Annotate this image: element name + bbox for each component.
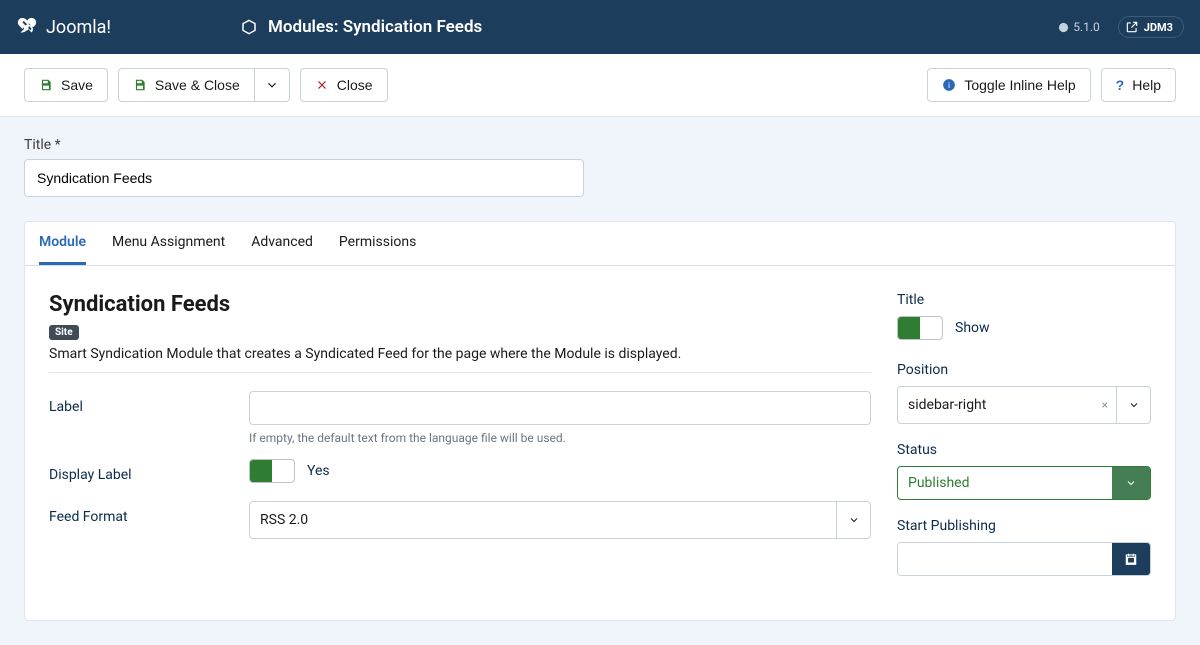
calendar-icon[interactable] <box>1112 543 1150 575</box>
chevron-down-icon <box>836 502 870 538</box>
content-area: Title * Module Menu Assignment Advanced … <box>0 117 1200 645</box>
field-feed-format: Feed Format RSS 2.0 <box>49 501 871 539</box>
tab-advanced[interactable]: Advanced <box>251 222 313 265</box>
side-position-group: Position sidebar-right × <box>897 362 1151 424</box>
version-badge[interactable]: 5.1.0 <box>1052 16 1106 38</box>
joomla-icon <box>16 16 38 38</box>
start-publishing-field[interactable] <box>898 543 1112 575</box>
chevron-down-icon <box>1112 467 1150 499</box>
save-close-button[interactable]: Save & Close <box>118 68 255 102</box>
site-badge: Site <box>49 325 79 340</box>
app-header: Joomla! Modules: Syndication Feeds 5.1.0… <box>0 0 1200 54</box>
help-button[interactable]: ? Help <box>1101 68 1176 102</box>
close-button[interactable]: Close <box>300 68 388 102</box>
svg-text:i: i <box>948 81 950 90</box>
display-label-text: Display Label <box>49 459 249 483</box>
display-label-switch[interactable]: Yes <box>249 459 330 483</box>
side-title-group: Title Show <box>897 292 1151 344</box>
module-card: Module Menu Assignment Advanced Permissi… <box>24 221 1176 621</box>
brand-name: Joomla! <box>46 17 111 38</box>
tabs: Module Menu Assignment Advanced Permissi… <box>25 222 1175 266</box>
brand[interactable]: Joomla! <box>16 16 240 38</box>
side-start-publishing-group: Start Publishing <box>897 518 1151 576</box>
title-input[interactable] <box>24 159 584 197</box>
module-heading: Syndication Feeds <box>49 292 871 317</box>
status-select[interactable]: Published <box>897 466 1151 500</box>
page-title: Modules: Syndication Feeds <box>240 17 482 37</box>
main-column: Syndication Feeds Site Smart Syndication… <box>49 292 871 553</box>
side-title-label: Title <box>897 292 1151 308</box>
start-publishing-input[interactable] <box>897 542 1151 576</box>
chevron-down-icon <box>1116 387 1150 423</box>
save-icon <box>39 78 53 92</box>
divider <box>49 372 871 373</box>
start-publishing-label: Start Publishing <box>897 518 1151 534</box>
side-status-label: Status <box>897 442 1151 458</box>
toolbar: Save Save & Close Close i Toggle Inline … <box>0 54 1200 117</box>
clear-icon[interactable]: × <box>1094 398 1116 412</box>
joomla-mini-icon <box>1058 22 1069 33</box>
tab-menu-assignment[interactable]: Menu Assignment <box>112 222 225 265</box>
label-input[interactable] <box>249 391 871 425</box>
module-description: Smart Syndication Module that creates a … <box>49 346 871 362</box>
field-display-label: Display Label Yes <box>49 459 871 487</box>
feed-format-select[interactable]: RSS 2.0 <box>249 501 871 539</box>
field-label-text: Label <box>49 391 249 415</box>
title-show-switch[interactable]: Show <box>897 316 990 340</box>
position-select[interactable]: sidebar-right × <box>897 386 1151 424</box>
save-button[interactable]: Save <box>24 68 108 102</box>
tab-module[interactable]: Module <box>39 222 86 265</box>
info-icon: i <box>942 78 956 92</box>
external-link-icon <box>1125 20 1139 34</box>
side-position-label: Position <box>897 362 1151 378</box>
side-column: Title Show Position sidebar-right × <box>897 292 1151 594</box>
side-status-group: Status Published <box>897 442 1151 500</box>
label-hint: If empty, the default text from the lang… <box>249 431 871 445</box>
close-icon <box>315 78 329 92</box>
field-label: Label If empty, the default text from th… <box>49 391 871 445</box>
save-dropdown-button[interactable] <box>255 68 290 102</box>
feed-format-text: Feed Format <box>49 501 249 525</box>
save-icon <box>133 78 147 92</box>
question-icon: ? <box>1116 77 1125 93</box>
chevron-down-icon <box>265 78 279 92</box>
cube-icon <box>240 18 258 36</box>
toggle-inline-help-button[interactable]: i Toggle Inline Help <box>927 68 1090 102</box>
user-badge[interactable]: JDM3 <box>1118 16 1184 38</box>
title-field-label: Title * <box>24 137 1176 153</box>
tab-permissions[interactable]: Permissions <box>339 222 416 265</box>
save-close-group: Save & Close <box>118 68 290 102</box>
tab-body: Syndication Feeds Site Smart Syndication… <box>25 266 1175 620</box>
